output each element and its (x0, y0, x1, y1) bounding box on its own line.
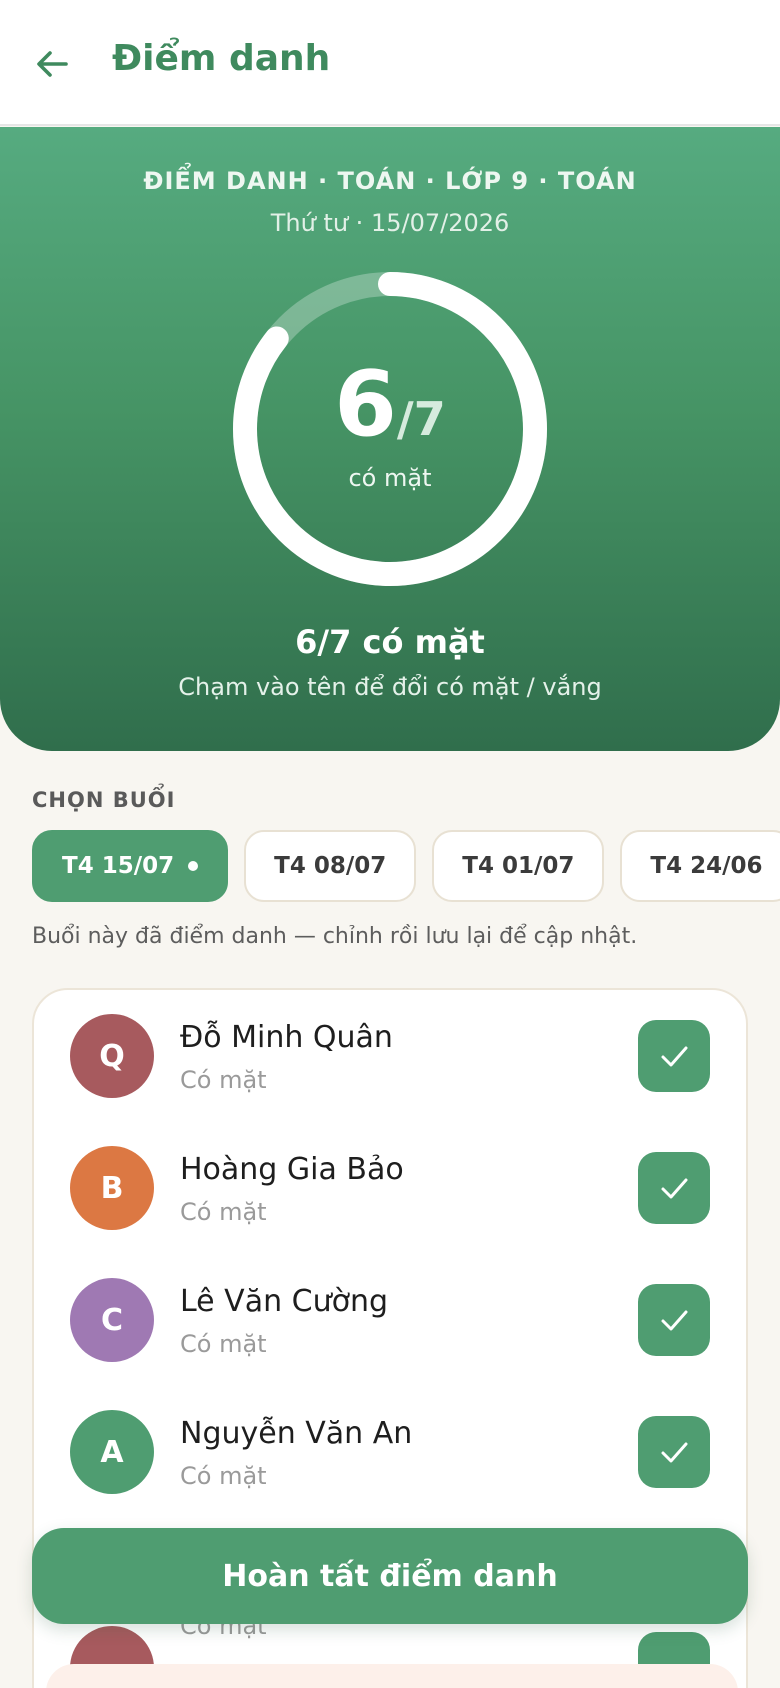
student-name: Lê Văn Cường (180, 1284, 389, 1319)
checkmark-icon (661, 1178, 688, 1199)
session-chips: T4 15/07 T4 08/07 T4 01/07 T4 24/06 (32, 830, 780, 904)
ring-center: 6 /7 có mặt (230, 269, 550, 589)
avatar: B (70, 1146, 154, 1230)
attendance-summary: 6/7 có mặt (295, 623, 485, 661)
session-date: Thứ tư · 15/07/2026 (270, 209, 510, 237)
page-title: Điểm danh (112, 38, 331, 79)
checkmark-icon (661, 1046, 688, 1067)
student-status: Có mặt (180, 1066, 267, 1094)
present-toggle[interactable] (638, 1020, 710, 1092)
avatar: C (70, 1278, 154, 1362)
student-row[interactable]: C Lê Văn Cường Có mặt (34, 1254, 746, 1386)
avatar: A (70, 1410, 154, 1494)
attendance-ring: 6 /7 có mặt (230, 269, 550, 589)
arrow-left-icon (37, 51, 68, 77)
session-note: Buổi này đã điểm danh — chỉnh rồi lưu lạ… (32, 924, 638, 949)
student-status: Có mặt (180, 1330, 267, 1358)
session-chip-label: T4 01/07 (462, 853, 575, 879)
checkmark-icon (661, 1442, 688, 1463)
session-chip-2[interactable]: T4 08/07 (244, 830, 417, 902)
present-toggle[interactable] (638, 1416, 710, 1488)
student-row[interactable]: B Hoàng Gia Bảo Có mặt (34, 1122, 746, 1254)
student-row[interactable]: A Nguyễn Văn An Có mặt (34, 1386, 746, 1518)
present-count: 6 (334, 352, 397, 457)
current-session-dot (188, 861, 199, 871)
student-name: Đỗ Minh Quân (180, 1020, 393, 1055)
finish-attendance-button[interactable]: Hoàn tất điểm danh (32, 1528, 748, 1624)
session-section-label: CHỌN BUỔI (32, 788, 176, 812)
student-name: Hoàng Gia Bảo (180, 1152, 404, 1187)
present-toggle[interactable] (638, 1152, 710, 1224)
absent-student-row[interactable] (46, 1664, 738, 1688)
session-chip-3[interactable]: T4 01/07 (432, 830, 605, 902)
present-toggle[interactable] (638, 1284, 710, 1356)
class-heading: ĐIỂM DANH · TOÁN · LỚP 9 · TOÁN (143, 167, 637, 195)
app-bar: Điểm danh (0, 0, 780, 126)
session-chip-4[interactable]: T4 24/06 (620, 830, 780, 902)
session-chip-label: T4 24/06 (650, 853, 763, 879)
checkmark-icon (661, 1310, 688, 1331)
session-chip-label: T4 08/07 (274, 853, 387, 879)
student-name: Nguyễn Văn An (180, 1416, 413, 1451)
back-button[interactable] (28, 40, 76, 88)
avatar: Q (70, 1014, 154, 1098)
ring-label: có mặt (348, 464, 432, 492)
attendance-summary-header: ĐIỂM DANH · TOÁN · LỚP 9 · TOÁN Thứ tư ·… (0, 127, 780, 751)
student-row[interactable]: Q Đỗ Minh Quân Có mặt (34, 990, 746, 1122)
toggle-hint: Chạm vào tên để đổi có mặt / vắng (178, 673, 602, 701)
total-count: /7 (396, 392, 446, 446)
session-chip-1[interactable]: T4 15/07 (32, 830, 229, 902)
student-status: Có mặt (180, 1198, 267, 1226)
student-status: Có mặt (180, 1462, 267, 1490)
session-chip-label: T4 15/07 (62, 853, 175, 879)
